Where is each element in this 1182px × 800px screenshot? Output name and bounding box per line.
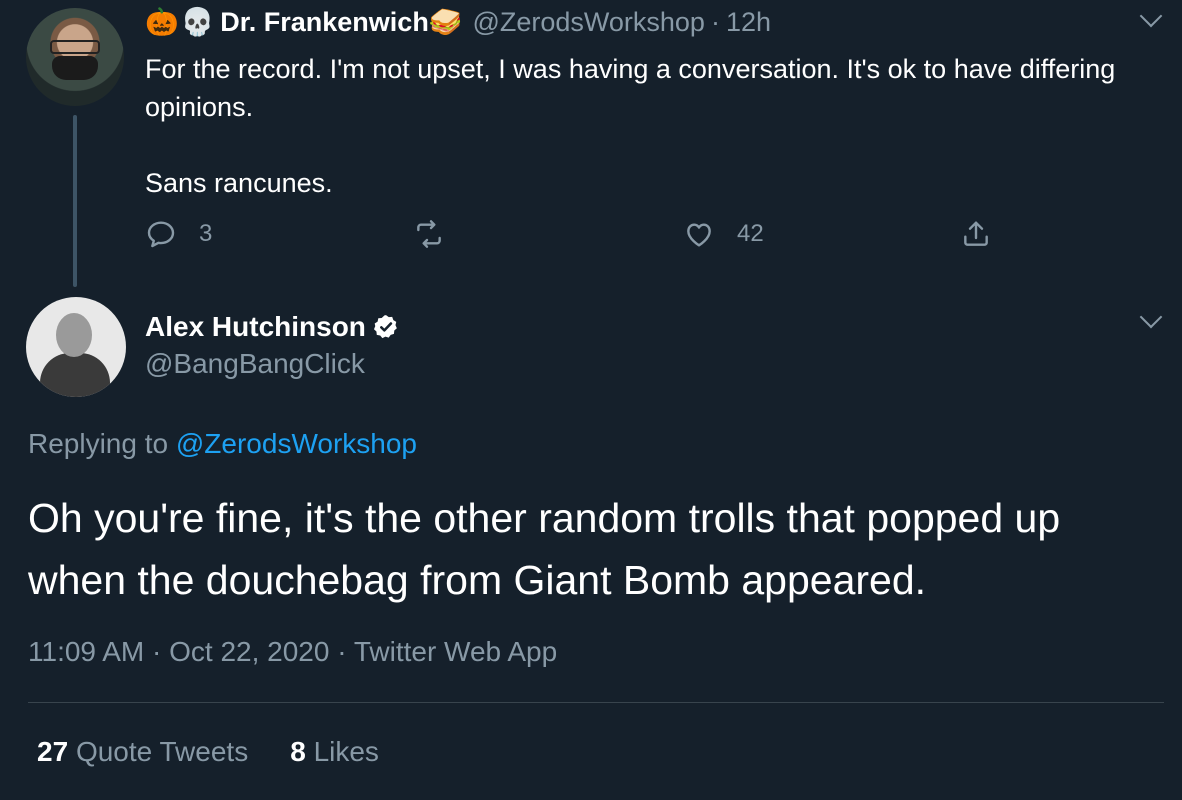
quote-tweets-count: 27 xyxy=(37,736,69,767)
sandwich-emoji: 🥪 xyxy=(428,7,463,37)
replying-to-link[interactable]: @ZerodsWorkshop xyxy=(176,428,417,459)
reply-icon xyxy=(147,221,175,248)
chevron-down-icon[interactable] xyxy=(1139,4,1163,28)
thread-connector-line xyxy=(73,115,77,287)
quote-tweets-stat[interactable]: 27 Quote Tweets xyxy=(37,736,248,768)
tweet-timestamp[interactable]: 11:09 AM · Oct 22, 2020 · Twitter Web Ap… xyxy=(28,636,557,668)
avatar-glasses xyxy=(50,40,100,54)
reply-count: 3 xyxy=(199,220,213,247)
parent-tweet-header: 🎃 💀 Dr. Frankenwich 🥪 @ZerodsWorkshop · … xyxy=(145,6,771,38)
likes-stat[interactable]: 8 Likes xyxy=(290,736,379,768)
retweet-icon xyxy=(417,220,441,248)
avatar-body xyxy=(40,353,110,397)
quote-tweets-label: Quote Tweets xyxy=(75,736,249,767)
avatar-dr-frankenwich[interactable] xyxy=(26,8,124,106)
replying-to: Replying to @ZerodsWorkshop xyxy=(28,428,417,460)
separator-dot: · xyxy=(710,6,720,37)
parent-tweet-actions: 3 42 xyxy=(145,218,1045,262)
main-display-name[interactable]: Alex Hutchinson xyxy=(145,311,366,343)
skull-emoji: 💀 xyxy=(180,7,215,37)
divider xyxy=(28,702,1164,703)
replying-prefix: Replying to xyxy=(28,428,169,459)
tweet-stats: 27 Quote Tweets 8 Likes xyxy=(37,736,421,768)
retweet-button[interactable] xyxy=(413,218,467,250)
chevron-down-icon[interactable] xyxy=(1139,305,1163,329)
main-handle[interactable]: @BangBangClick xyxy=(145,348,365,380)
likes-count: 8 xyxy=(290,736,306,767)
reply-button[interactable]: 3 xyxy=(145,218,212,250)
main-tweet-author: Alex Hutchinson xyxy=(145,311,400,343)
avatar-alex-hutchinson[interactable] xyxy=(26,297,126,397)
parent-time-ago[interactable]: 12h xyxy=(726,7,771,38)
parent-handle[interactable]: @ZerodsWorkshop xyxy=(472,7,705,38)
like-count: 42 xyxy=(737,220,764,247)
pumpkin-emoji: 🎃 xyxy=(145,7,179,37)
like-icon xyxy=(687,223,711,247)
parent-tweet-text: For the record. I'm not upset, I was hav… xyxy=(145,54,1116,198)
main-tweet-text: Oh you're fine, it's the other random tr… xyxy=(28,495,1061,603)
avatar-mask xyxy=(52,56,98,80)
avatar-head xyxy=(56,313,92,357)
tweet-thread: 🎃 💀 Dr. Frankenwich 🥪 @ZerodsWorkshop · … xyxy=(0,0,1182,800)
share-button[interactable] xyxy=(960,218,1014,250)
parent-display-name[interactable]: Dr. Frankenwich xyxy=(220,7,429,38)
likes-label: Likes xyxy=(313,736,379,767)
like-button[interactable]: 42 xyxy=(683,218,764,250)
share-icon xyxy=(964,221,988,246)
verified-icon xyxy=(373,315,397,339)
